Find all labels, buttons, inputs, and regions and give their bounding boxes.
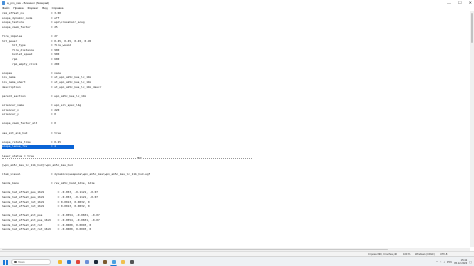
text-line: hands_bone = rev_ak5c_hand_1d1e, 1d1e <box>2 181 95 186</box>
clock-date: 05.12.2023 <box>454 262 468 265</box>
search-icon <box>14 260 17 264</box>
section-separator <box>2 158 252 159</box>
separator-label: HUD <box>136 156 143 160</box>
text-line: hands_hud_offset_pos_16x9 = -0.053, -0.1… <box>2 195 98 199</box>
taskbar-apps <box>56 259 135 266</box>
game-app-icon[interactable] <box>101 259 108 266</box>
text-line: silencer_name = wpn_sil_spec_lbg <box>2 103 82 107</box>
text-line: inv_name_short = st_wpn_ak5c_kes_lc_11b <box>2 80 92 84</box>
store-app-icon[interactable] <box>83 259 90 266</box>
network-icon[interactable]: ◔ <box>440 260 442 264</box>
notepad-app-icon[interactable] <box>110 259 117 266</box>
text-line: hands_hud_offset_rot_16x9 = 0.0013, 0.00… <box>2 204 90 209</box>
text-line: rom_offset_ns = 3.00 <box>2 11 61 15</box>
language-indicator[interactable]: РУС <box>447 261 452 264</box>
text-line: hands_hud_offset_alt_pos_16x9 = -0.0554,… <box>2 218 100 222</box>
folder-icon <box>120 260 125 264</box>
text-line: rpm_empty_click = 200 <box>2 61 60 66</box>
browser-app-icon[interactable] <box>65 259 72 266</box>
notepad-icon <box>111 259 116 264</box>
text-line: description = st_wpn_ak5c_kes_lc_11b_des… <box>2 84 102 89</box>
text-line: rpm = 600 <box>2 57 60 61</box>
explorer-icon <box>57 260 62 264</box>
chevron-up-icon[interactable]: ^ <box>436 260 437 264</box>
clock[interactable]: 15:42 05.12.2023 <box>454 259 467 265</box>
notepad-icon <box>2 1 5 5</box>
steam-icon <box>93 260 98 264</box>
taskbar: Поиск ^ ◔ ♪ РУС 15:42 05.12.2023 ▢ <box>0 256 474 266</box>
steam-app-icon[interactable] <box>92 259 99 266</box>
text-line: [wpn_ak5c_kes_lc_11b_hud]:wpn_ak5c_kes_h… <box>2 162 73 167</box>
chrome-app-icon[interactable] <box>74 259 81 266</box>
chrome-icon <box>75 260 80 264</box>
start-button[interactable] <box>3 259 8 265</box>
vertical-scrollbar[interactable] <box>470 11 474 247</box>
taskbar-search[interactable]: Поиск <box>11 259 51 265</box>
notification-icon[interactable]: ▢ <box>469 260 472 264</box>
app-app-icon[interactable] <box>128 259 135 266</box>
text-line: hands_hud_offset_alt_rot_16x9 = -0.0000,… <box>2 227 92 232</box>
text-line: fire_impulse = 27 <box>2 34 58 38</box>
volume-icon[interactable]: ♪ <box>443 260 445 264</box>
explorer-app-icon[interactable] <box>56 259 63 266</box>
store-icon <box>84 260 89 264</box>
text-line: scope_texture = wpn\crosshair_acog <box>2 20 85 25</box>
text-line: silencer_y = 0 <box>2 112 56 117</box>
game-icon <box>102 260 107 264</box>
selected-text-line: scope_lense_fov = 4 <box>2 145 74 149</box>
app-icon <box>129 260 134 264</box>
text-line: parent_section = wpn_ak5c_kes_lc_11b <box>2 93 87 98</box>
folder-app-icon[interactable] <box>119 259 126 266</box>
text-line: hit_type = fire_wound <box>2 43 72 48</box>
text-line: scope_zoom_factor = 25 <box>2 24 58 29</box>
search-placeholder: Поиск <box>18 260 25 264</box>
vertical-scroll-thumb[interactable] <box>470 13 474 43</box>
browser-icon <box>66 260 71 264</box>
text-line: use_alt_aim_hud = true <box>2 130 61 135</box>
text-line: scope_zoom_factor_alt = 0 <box>2 121 56 126</box>
text-editor[interactable]: rom_offset_ns = 3.00 scope_dynamic_code =… <box>0 11 470 248</box>
text-line: item_visual = dynamics\weapons\wpn_ak5c_… <box>2 172 151 176</box>
system-tray: ^ ◔ ♪ РУС 15:42 05.12.2023 ▢ <box>436 257 472 266</box>
